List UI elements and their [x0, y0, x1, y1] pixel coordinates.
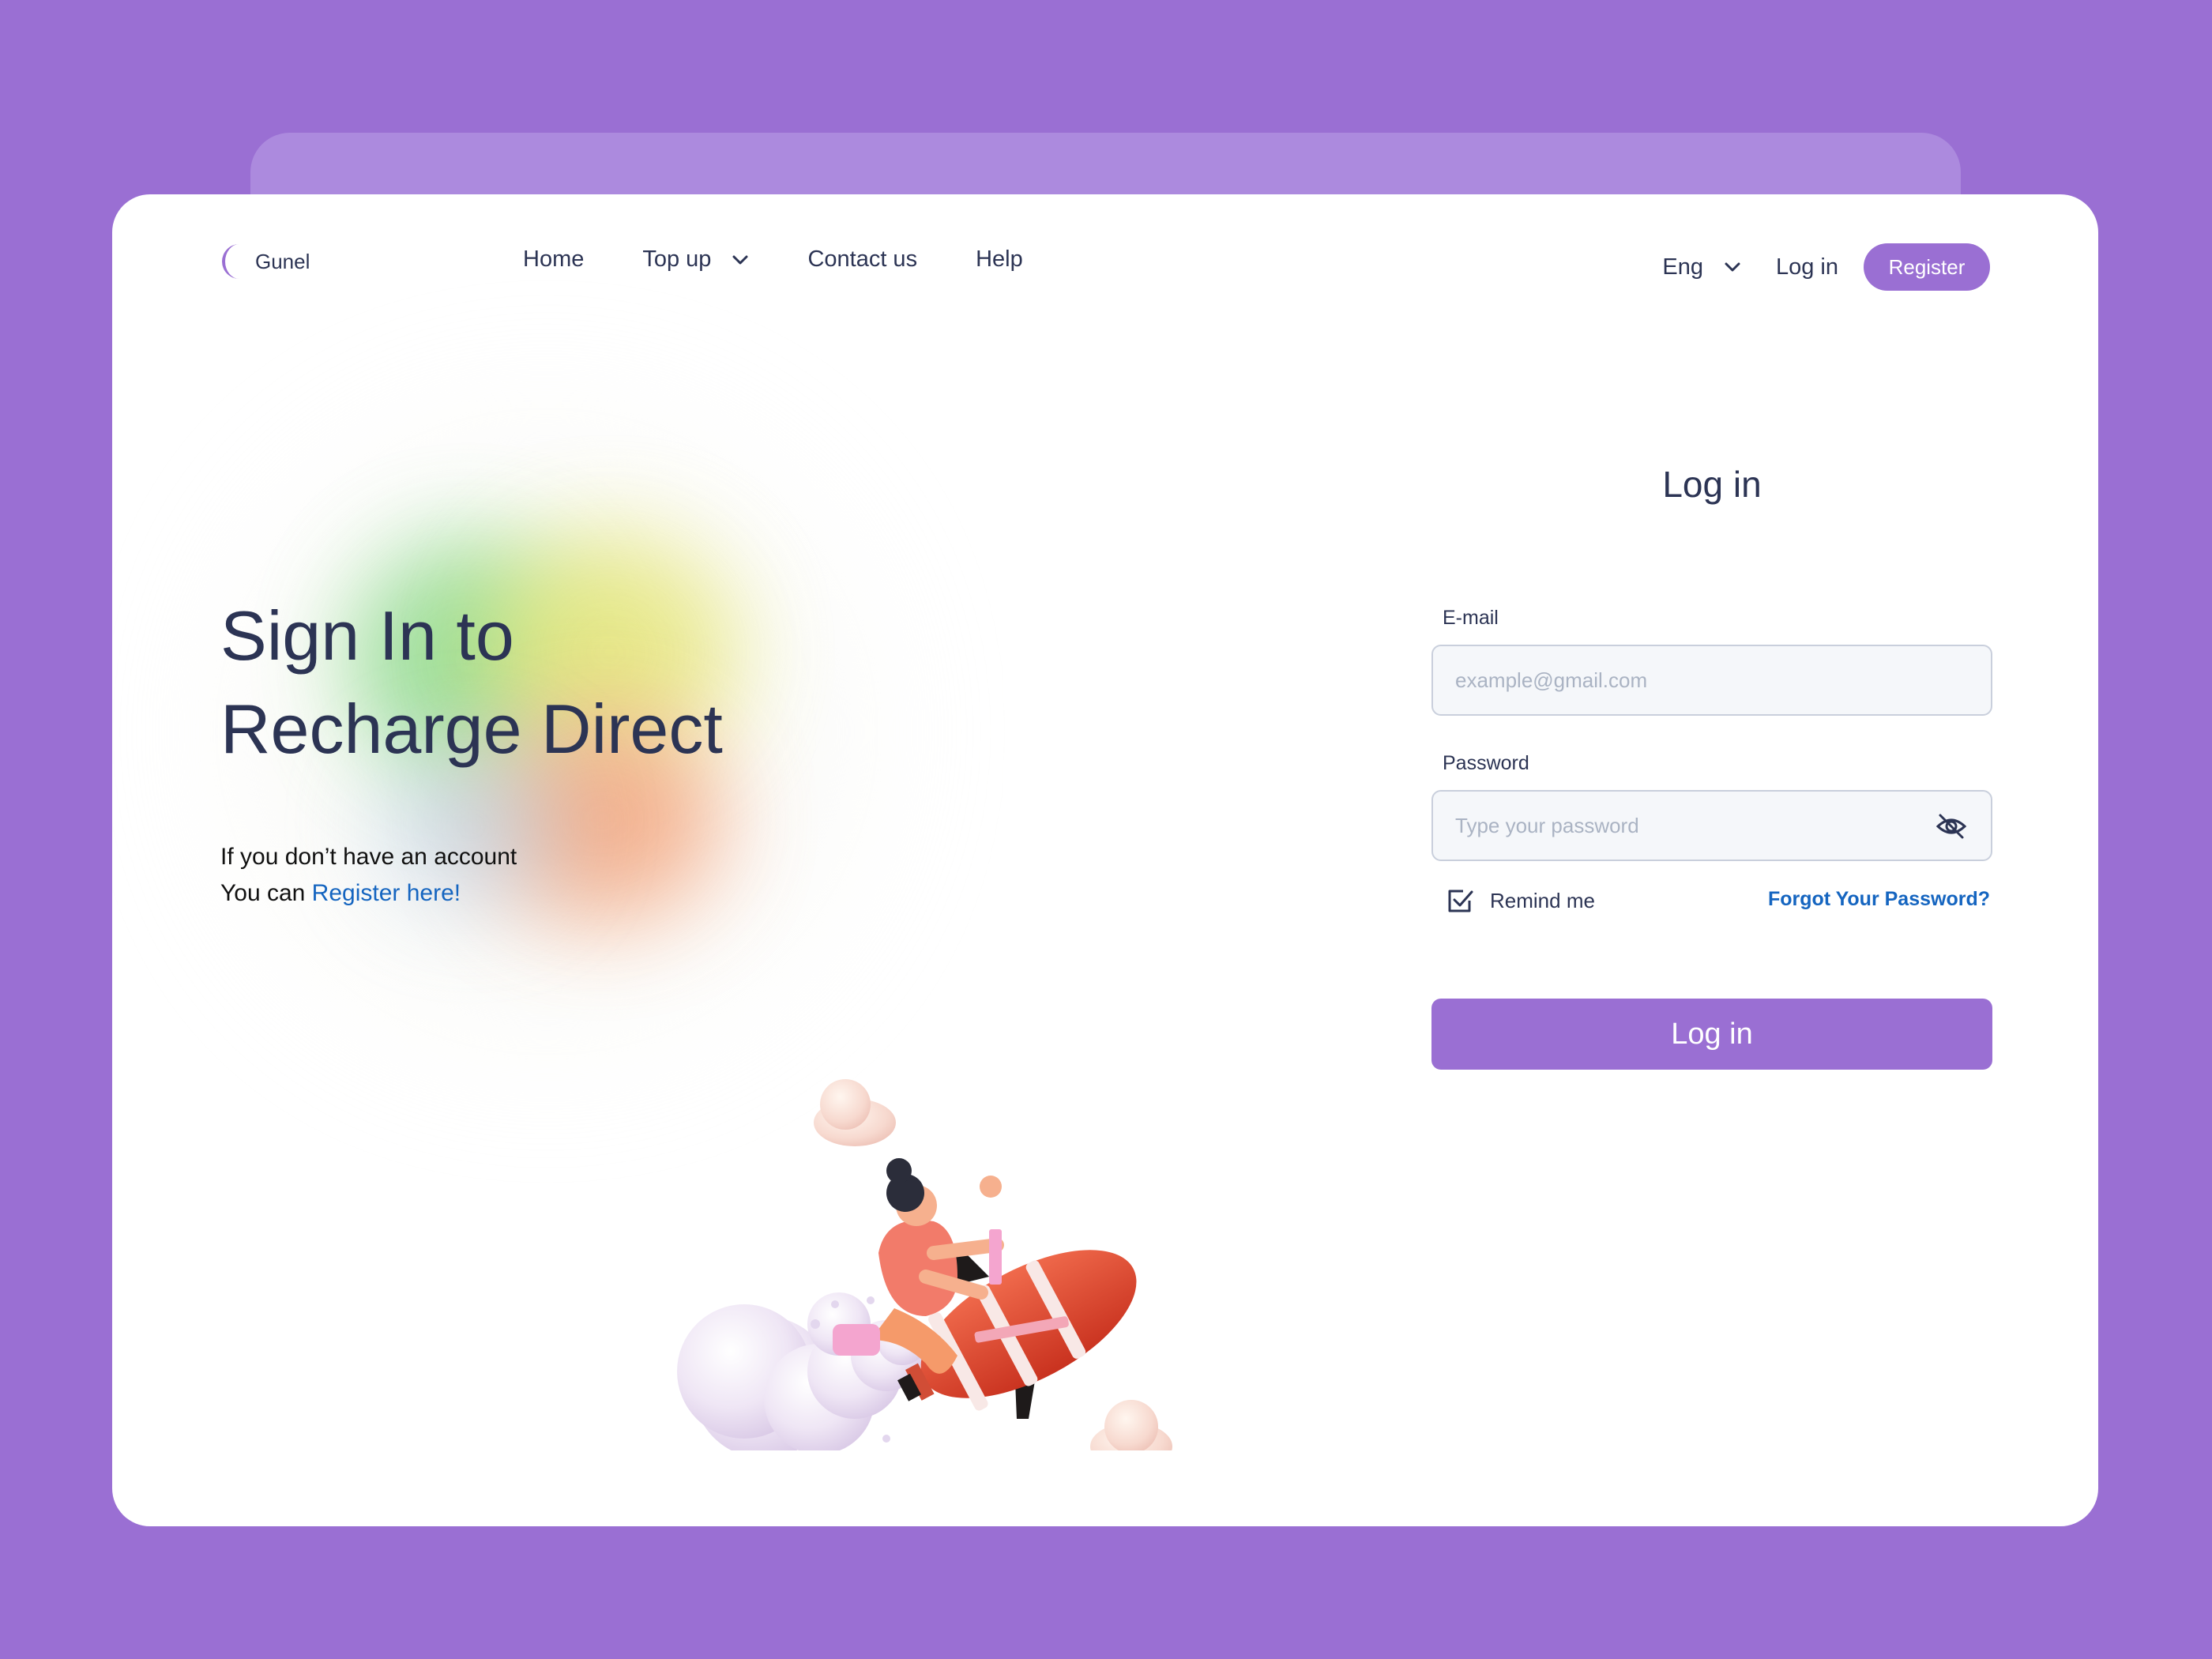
- chevron-down-icon: [732, 255, 748, 264]
- nav-top-up-label: Top up: [642, 246, 712, 272]
- email-label: E-mail: [1443, 607, 1499, 629]
- main-card: Gunel Home Top up Contact us Help Eng Lo…: [112, 194, 2098, 1526]
- logo[interactable]: Gunel: [220, 242, 310, 281]
- logo-text: Gunel: [255, 249, 310, 273]
- cloud-small-top: [814, 1079, 896, 1146]
- chevron-down-icon: [1725, 262, 1740, 272]
- language-select[interactable]: Eng: [1662, 254, 1741, 280]
- login-submit-button[interactable]: Log in: [1431, 999, 1992, 1070]
- password-field[interactable]: Type your password: [1431, 790, 1992, 861]
- eye-off-icon[interactable]: [1936, 812, 1967, 841]
- rocket-illustration: [677, 1079, 1172, 1450]
- email-placeholder: example@gmail.com: [1455, 668, 1648, 692]
- password-label: Password: [1443, 752, 1529, 774]
- nav-help[interactable]: Help: [976, 246, 1023, 273]
- nav-contact-us[interactable]: Contact us: [807, 246, 917, 273]
- remember-me-checkbox[interactable]: Remind me: [1446, 886, 1595, 915]
- hero-sub-line1: If you don’t have an account: [220, 844, 517, 870]
- hero-title-line1: Sign In to: [220, 596, 514, 675]
- forgot-password-link[interactable]: Forgot Your Password?: [1768, 888, 1990, 911]
- hero-sub-line2: You can Register here!: [220, 875, 517, 912]
- email-field[interactable]: example@gmail.com: [1431, 645, 1992, 716]
- cloud-small-bottom: [1090, 1400, 1172, 1450]
- nav-home-label: Home: [523, 246, 585, 272]
- nav-home[interactable]: Home: [523, 246, 584, 273]
- header-actions: Eng Log in Register: [1662, 243, 1990, 291]
- nav-help-label: Help: [976, 246, 1023, 272]
- moon-logo-icon: [222, 244, 239, 279]
- hero-sub-prefix: You can: [220, 880, 312, 906]
- hero-title-line2: Recharge Direct: [220, 690, 723, 768]
- header-login-link[interactable]: Log in: [1776, 254, 1838, 280]
- password-placeholder: Type your password: [1455, 813, 1639, 837]
- checkbox-checked-icon: [1448, 890, 1473, 912]
- language-label: Eng: [1662, 254, 1703, 280]
- main-nav: Home Top up Contact us Help: [523, 246, 1082, 273]
- hero-subtitle: If you don’t have an account You can Reg…: [220, 839, 517, 912]
- remember-label: Remind me: [1490, 888, 1595, 912]
- register-here-link[interactable]: Register here!: [312, 880, 461, 906]
- nav-top-up[interactable]: Top up: [642, 246, 749, 273]
- form-title: Log in: [1662, 464, 1762, 505]
- nav-contact-label: Contact us: [807, 246, 918, 272]
- hero-title: Sign In to Recharge Direct: [220, 589, 723, 776]
- register-button[interactable]: Register: [1864, 243, 1990, 291]
